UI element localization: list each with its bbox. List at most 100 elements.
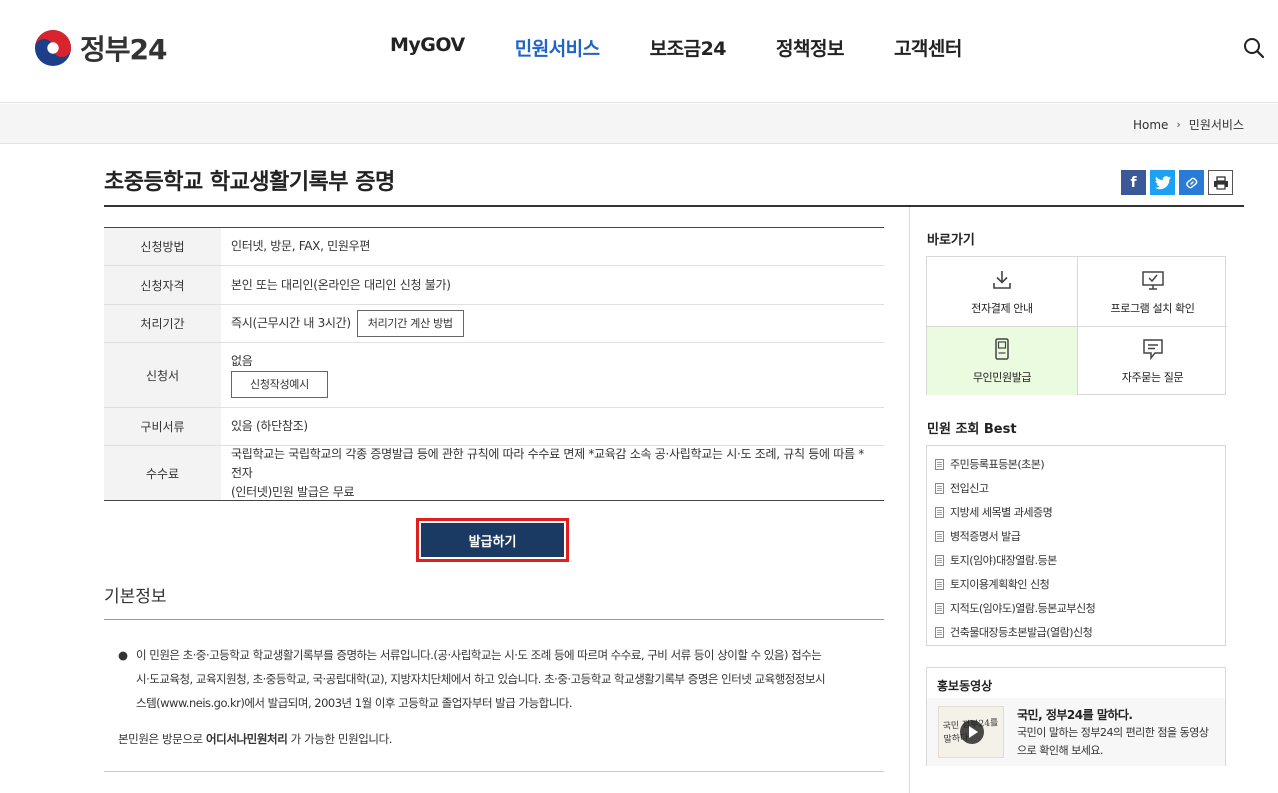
table-row: 신청서 없음 신청작성예시 [104,343,884,408]
site-header: 정부24 MyGOV 민원서비스 보조금24 정책정보 고객센터 [0,0,1278,103]
bullet-icon: ● [118,648,128,662]
quick-link-faq[interactable]: 자주묻는 질문 [1077,326,1227,395]
row-value: (인터넷)민원 발급은 무료 [231,484,355,499]
row-value: 없음 [231,354,253,368]
search-icon[interactable] [1242,36,1266,60]
list-item[interactable]: 토지(임야)대장열람.등본 [935,548,1225,572]
list-item[interactable]: 건축물대장등초본발급(열람)신청 [935,620,1225,644]
basic-info-text: ● 이 민원은 초·중·고등학교 학교생활기록부를 증명하는 서류입니다.(공·… [118,643,878,715]
basic-info-title: 기본정보 [104,587,167,607]
document-icon [935,482,944,494]
quick-link-label: 프로그램 설치 확인 [1110,301,1195,315]
row-value: 국립학교는 국립학교의 각종 증명발급 등에 관한 규칙에 따라 수수료 면제 … [231,446,864,480]
list-item[interactable]: 토지이용계획확인 신청 [935,572,1225,596]
best-item-label: 주민등록표등본(초본) [950,458,1045,471]
quick-link-label: 전자결제 안내 [971,301,1033,315]
row-value-container: 즉시(근무시간 내 3시간) 처리기간 계산 방법 [221,305,884,342]
breadcrumb-home[interactable]: Home [1133,118,1168,132]
video-thumbnail[interactable]: 국민 정부24를 말하다 [938,706,1004,758]
visit-note-pre: 본민원은 방문으로 [118,732,206,746]
row-label: 신청서 [104,343,221,407]
row-value: 인터넷, 방문, FAX, 민원우편 [231,239,371,253]
nav-subsidy[interactable]: 보조금24 [650,34,727,61]
quick-link-program-check[interactable]: 프로그램 설치 확인 [1077,257,1227,326]
row-label: 수수료 [104,446,221,500]
breadcrumb-bar: Home › 민원서비스 [0,104,1278,144]
visit-note-post: 가 가능한 민원입니다. [287,732,393,746]
list-item[interactable]: 병적증명서 발급 [935,524,1225,548]
list-item[interactable]: 지방세 세목별 과세증명 [935,500,1225,524]
logo-text: 정부24 [80,33,167,66]
document-icon [935,530,944,542]
row-value: 즉시(근무시간 내 3시간) [231,316,351,330]
list-item[interactable]: 지적도(임야도)열람.등본교부신청 [935,596,1225,620]
play-icon[interactable] [960,720,984,744]
speech-bubble-icon [1142,339,1163,361]
row-value: 본인 또는 대리인(온라인은 대리인 신청 불가) [231,277,451,292]
quick-links-grid: 전자결제 안내 프로그램 설치 확인 무인민원발급 자주묻는 질문 [926,256,1227,395]
nav-policy[interactable]: 정책정보 [776,34,844,61]
document-icon [935,602,944,614]
period-inline: 즉시(근무시간 내 3시간) 처리기간 계산 방법 [231,310,874,337]
facebook-icon[interactable]: f [1121,170,1146,195]
service-info-table: 신청방법 인터넷, 방문, FAX, 민원우편 신청자격 본인 또는 대리인(온… [104,227,884,501]
basic-info-line: 스템(www.neis.go.kr)에서 발급되며, 2003년 1월 이후 고… [136,696,573,710]
quick-link-label: 무인민원발급 [972,371,1032,384]
print-icon[interactable] [1208,170,1233,195]
quick-link-kiosk[interactable]: 무인민원발급 [927,326,1077,395]
document-icon [935,506,944,518]
page-title: 초중등학교 학교생활기록부 증명 [104,170,395,195]
monitor-check-icon [1141,270,1164,290]
table-row: 수수료 국립학교는 국립학교의 각종 증명발급 등에 관한 규칙에 따라 수수료… [104,446,884,500]
nav-mygov[interactable]: MyGOV [390,34,465,61]
share-buttons: f [1121,170,1233,195]
row-value-container: 없음 신청작성예시 [221,343,884,407]
breadcrumb-current[interactable]: 민원서비스 [1189,116,1244,133]
link-icon[interactable] [1179,170,1204,195]
nav-customer-center[interactable]: 고객센터 [894,34,962,61]
promo-description: 국민이 말하는 정부24의 편리한 점을 동영상으로 확인해 보세요. [1017,726,1209,757]
promo-video-box: 홍보동영상 국민 정부24를 말하다 국민, 정부24를 말하다. 국민이 말하… [926,667,1226,766]
best-item-label: 지방세 세목별 과세증명 [950,506,1053,519]
promo-headline: 국민, 정부24를 말하다. [1017,708,1133,722]
main-nav: MyGOV 민원서비스 보조금24 정책정보 고객센터 [390,34,1012,61]
best-item-label: 지적도(임야도)열람.등본교부신청 [950,602,1096,615]
kiosk-icon [995,338,1009,360]
title-divider [104,205,1244,207]
document-icon [935,578,944,590]
form-example-button[interactable]: 신청작성예시 [231,371,328,398]
promo-video-title: 홍보동영상 [937,679,993,693]
basic-info-line: 이 민원은 초·중·고등학교 학교생활기록부를 증명하는 서류입니다.(공·사립… [136,648,822,662]
period-calc-button[interactable]: 처리기간 계산 방법 [356,310,464,337]
logo[interactable]: 정부24 [34,28,167,68]
issue-button-highlight: 발급하기 [416,518,569,562]
nav-civil-service[interactable]: 민원서비스 [515,34,600,61]
best-item-label: 건축물대장등초본발급(열람)신청 [950,626,1093,639]
best-item-label: 토지(임야)대장열람.등본 [950,554,1057,567]
row-value-container: 국립학교는 국립학교의 각종 증명발급 등에 관한 규칙에 따라 수수료 면제 … [221,446,884,500]
download-icon [993,270,1011,289]
quick-link-payment[interactable]: 전자결제 안내 [927,257,1077,326]
document-icon [935,458,944,470]
best-title: 민원 조회 Best [927,422,1017,437]
taegeuk-logo-icon [34,29,72,67]
sidebar-divider [909,207,910,793]
best-list: 주민등록표등본(초본) 전입신고 지방세 세목별 과세증명 병적증명서 발급 토… [926,445,1226,646]
quick-links-title: 바로가기 [927,233,975,248]
table-row: 구비서류 있음 (하단참조) [104,408,884,446]
best-item-label: 전입신고 [950,482,989,495]
best-item-label: 병적증명서 발급 [950,530,1021,543]
document-icon [935,626,944,638]
issue-button[interactable]: 발급하기 [421,523,564,557]
best-item-label: 토지이용계획확인 신청 [950,578,1050,591]
list-item[interactable]: 주민등록표등본(초본) [935,452,1225,476]
twitter-icon[interactable] [1150,170,1175,195]
quick-link-label: 자주묻는 질문 [1121,371,1184,384]
table-row: 신청자격 본인 또는 대리인(온라인은 대리인 신청 불가) [104,266,884,305]
basic-info-divider [104,619,884,620]
promo-video-card[interactable]: 국민 정부24를 말하다 국민, 정부24를 말하다. 국민이 말하는 정부24… [927,698,1225,766]
list-item[interactable]: 전입신고 [935,476,1225,500]
row-label: 신청자격 [104,266,221,304]
table-row: 신청방법 인터넷, 방문, FAX, 민원우편 [104,228,884,266]
document-icon [935,554,944,566]
